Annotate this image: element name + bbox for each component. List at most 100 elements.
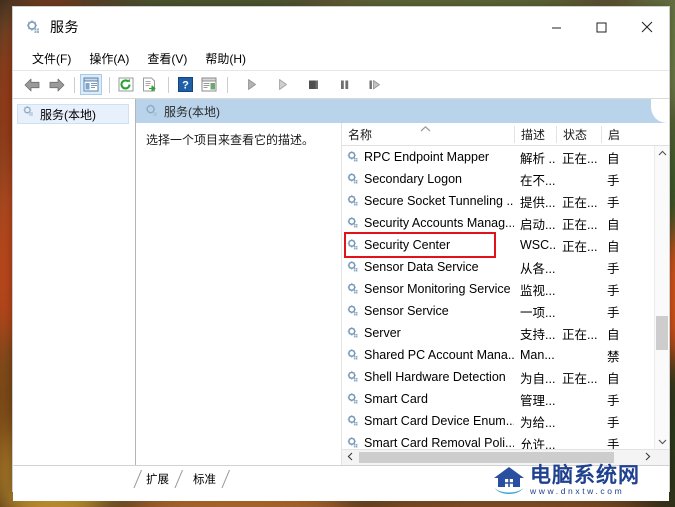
resume-service-button[interactable] [271, 74, 293, 95]
help-button[interactable]: ? [174, 74, 196, 95]
table-row[interactable]: RPC Endpoint Mapper 解析 ... 正在... 自 [342, 146, 669, 168]
service-name-text: Server [364, 326, 401, 340]
cell-service-name: Sensor Data Service [342, 260, 514, 274]
table-row[interactable]: Security Center WSC... 正在... 自 [342, 234, 669, 256]
vertical-scroll-thumb[interactable] [656, 316, 668, 350]
close-button[interactable] [624, 7, 669, 47]
tab-extended[interactable]: 扩展 [133, 469, 183, 488]
service-name-text: Smart Card Device Enum... [364, 414, 514, 428]
table-row[interactable]: Smart Card Device Enum... 为给... 手 [342, 410, 669, 432]
service-description-pane: 选择一个项目来查看它的描述。 [136, 123, 341, 465]
services-gear-icon [25, 19, 42, 36]
scroll-left-button[interactable] [342, 452, 357, 463]
cell-startup-type: 自 [607, 239, 620, 254]
stop-service-button[interactable] [302, 74, 324, 95]
export-list-button[interactable] [139, 74, 161, 95]
cell-service-name: Secondary Logon [342, 172, 514, 186]
cell-service-name: Smart Card [342, 392, 514, 406]
maximize-button[interactable] [579, 7, 624, 47]
menu-view[interactable]: 查看(V) [138, 48, 196, 69]
sidebar-item-services-local[interactable]: 服务(本地) [17, 104, 129, 124]
maximize-icon [596, 22, 607, 32]
service-name-text: Sensor Monitoring Service [364, 282, 511, 296]
minimize-button[interactable] [534, 7, 579, 47]
toolbar-separator [109, 76, 110, 93]
cell-startup-type: 手 [607, 437, 620, 450]
console-tree-icon [83, 77, 99, 92]
scroll-up-button[interactable] [655, 146, 669, 160]
column-name[interactable]: 名称 [342, 125, 514, 143]
menu-file[interactable]: 文件(F) [23, 48, 80, 69]
table-row[interactable]: Sensor Data Service 从各... 手 [342, 256, 669, 278]
scroll-down-button[interactable] [655, 435, 669, 449]
description-text: 选择一个项目来查看它的描述。 [146, 133, 315, 147]
refresh-button[interactable] [115, 74, 137, 95]
cell-description: WSC... [520, 238, 556, 252]
cell-status: 正在... [562, 195, 598, 210]
cell-status: 正在... [562, 327, 598, 342]
window-body: 服务(本地) 服务(本地) 选择一个项目来查看它的描述。 名称 描述 状态 启 … [13, 99, 669, 465]
show-hide-action-pane-button[interactable] [198, 74, 220, 95]
table-row[interactable]: Secure Socket Tunneling ... 提供... 正在... 手 [342, 190, 669, 212]
service-name-text: Security Accounts Manag... [364, 216, 514, 230]
service-gear-icon [346, 282, 360, 296]
cell-description: 为给... [520, 415, 556, 430]
restart-service-button[interactable] [364, 74, 386, 95]
cell-description: 解析 ... [520, 151, 556, 166]
split-body: 选择一个项目来查看它的描述。 名称 描述 状态 启 RPC Endpoint M… [136, 123, 669, 465]
column-status[interactable]: 状态 [556, 125, 601, 143]
cell-service-name: Secure Socket Tunneling ... [342, 194, 514, 208]
cell-description: 为自... [520, 371, 556, 386]
column-description[interactable]: 描述 [514, 125, 556, 143]
pane-header-curve [651, 99, 669, 123]
service-gear-icon [346, 348, 360, 362]
start-service-button[interactable] [240, 74, 262, 95]
pane-header: 服务(本地) [136, 99, 669, 123]
cell-status: 正在... [562, 151, 598, 166]
table-row[interactable]: Shell Hardware Detection 为自... 正在... 自 [342, 366, 669, 388]
list-vertical-scrollbar[interactable] [654, 146, 669, 449]
forward-button[interactable] [45, 74, 67, 95]
table-row[interactable]: Smart Card Removal Poli... 允许... 手 [342, 432, 669, 449]
stop-icon [308, 80, 318, 89]
cell-startup-type: 自 [607, 327, 620, 342]
title-bar[interactable]: 服务 [13, 7, 669, 47]
menu-action[interactable]: 操作(A) [80, 48, 138, 69]
cell-service-name: Server [342, 326, 514, 340]
tab-edge-right [221, 469, 231, 488]
table-row[interactable]: Server 支持... 正在... 自 [342, 322, 669, 344]
tab-extended-label: 扩展 [146, 473, 169, 486]
cell-startup-type: 手 [607, 283, 620, 298]
table-row[interactable]: Smart Card 管理... 手 [342, 388, 669, 410]
tab-standard[interactable]: 标准 [182, 469, 230, 488]
play-outline-icon [278, 79, 287, 90]
service-name-text: Shell Hardware Detection [364, 370, 506, 384]
arrow-left-icon [24, 78, 39, 91]
service-gear-icon [346, 326, 360, 340]
pause-icon [340, 80, 348, 89]
cell-description: 启动... [520, 217, 556, 232]
cell-startup-type: 手 [607, 393, 620, 408]
cell-service-name: Security Center [342, 238, 514, 252]
column-startup-type[interactable]: 启 [601, 125, 625, 143]
menu-bar: 文件(F) 操作(A) 查看(V) 帮助(H) [13, 47, 669, 70]
table-row[interactable]: Secondary Logon 在不... 手 [342, 168, 669, 190]
export-list-icon [143, 77, 156, 92]
pause-service-button[interactable] [333, 74, 355, 95]
table-row[interactable]: Shared PC Account Mana... Man... 禁 [342, 344, 669, 366]
back-button[interactable] [21, 74, 43, 95]
sidebar-item-label: 服务(本地) [40, 107, 96, 122]
service-gear-icon [346, 238, 360, 252]
table-row[interactable]: Sensor Monitoring Service 监视... 手 [342, 278, 669, 300]
toolbar-separator [74, 76, 75, 93]
service-gear-icon [346, 436, 360, 449]
table-row[interactable]: Security Accounts Manag... 启动... 正在... 自 [342, 212, 669, 234]
cell-description: 从各... [520, 261, 556, 276]
service-name-text: Secondary Logon [364, 172, 462, 186]
table-row[interactable]: Sensor Service 一项... 手 [342, 300, 669, 322]
watermark-url: www.dnxtw.com [530, 486, 625, 496]
service-name-text: Sensor Data Service [364, 260, 479, 274]
show-hide-console-tree-button[interactable] [80, 74, 102, 95]
menu-help[interactable]: 帮助(H) [196, 48, 255, 69]
restart-icon [369, 80, 380, 90]
